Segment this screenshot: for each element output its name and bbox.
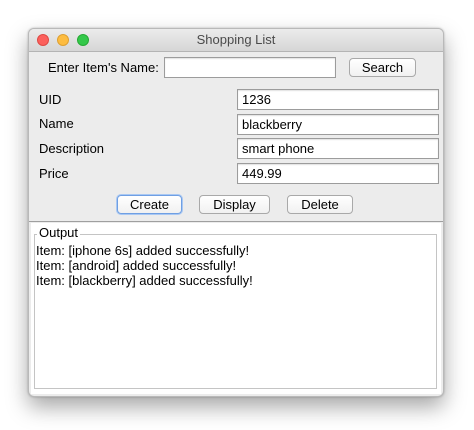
output-panel: Output Item: [iphone 6s] added successfu… <box>31 223 441 394</box>
minimize-button[interactable] <box>57 34 69 46</box>
output-line: Item: [iphone 6s] added successfully! <box>36 243 250 258</box>
price-field[interactable]: 449.99 <box>237 163 439 184</box>
close-button[interactable] <box>37 34 49 46</box>
output-line: Item: [blackberry] added successfully! <box>36 273 253 288</box>
shopping-list-window: Shopping List Enter Item's Name: Search … <box>28 28 444 397</box>
output-legend: Output <box>37 225 81 241</box>
title-bar: Shopping List <box>29 29 443 52</box>
uid-field[interactable]: 1236 <box>237 89 439 110</box>
search-label: Enter Item's Name: <box>48 60 159 75</box>
description-label: Description <box>39 141 105 156</box>
window-title: Shopping List <box>196 32 276 47</box>
uid-label: UID <box>39 92 62 107</box>
name-field[interactable]: blackberry <box>237 114 439 135</box>
delete-button[interactable]: Delete <box>287 195 353 214</box>
output-line: Item: [android] added successfully! <box>36 258 237 273</box>
maximize-button[interactable] <box>77 34 89 46</box>
price-label: Price <box>39 166 69 181</box>
description-field[interactable]: smart phone <box>237 138 439 159</box>
output-textarea[interactable]: Item: [iphone 6s] added successfully! It… <box>36 243 432 288</box>
section-divider <box>29 221 443 222</box>
search-button[interactable]: Search <box>349 58 416 77</box>
search-input[interactable] <box>164 57 336 78</box>
create-button[interactable]: Create <box>117 195 182 214</box>
name-label: Name <box>39 116 74 131</box>
display-button[interactable]: Display <box>199 195 270 214</box>
